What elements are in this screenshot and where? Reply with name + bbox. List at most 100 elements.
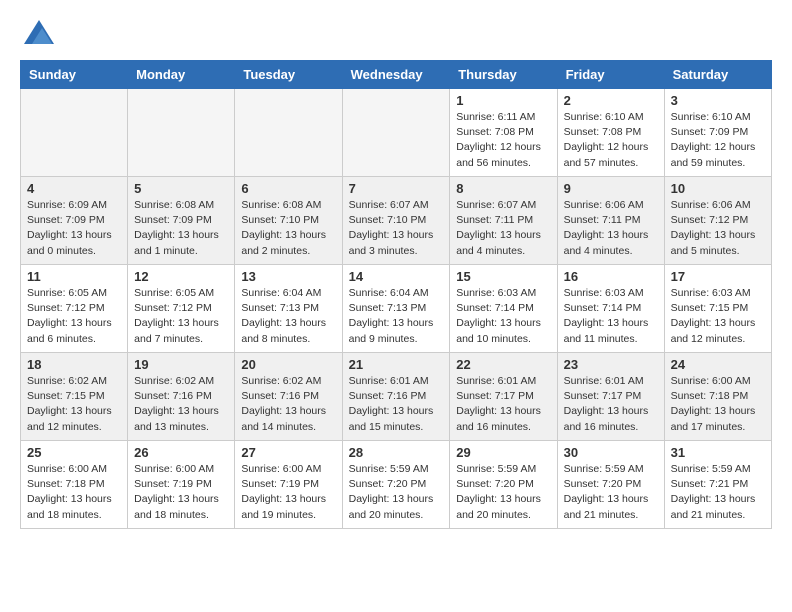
day-number: 11 xyxy=(27,269,121,284)
day-number: 12 xyxy=(134,269,228,284)
day-number: 30 xyxy=(564,445,658,460)
calendar-cell xyxy=(342,89,450,177)
day-number: 21 xyxy=(349,357,444,372)
day-number: 5 xyxy=(134,181,228,196)
day-number: 25 xyxy=(27,445,121,460)
weekday-header-thursday: Thursday xyxy=(450,61,557,89)
day-info: Sunrise: 6:05 AMSunset: 7:12 PMDaylight:… xyxy=(27,286,121,347)
day-info: Sunrise: 6:00 AMSunset: 7:18 PMDaylight:… xyxy=(27,462,121,523)
day-info: Sunrise: 6:05 AMSunset: 7:12 PMDaylight:… xyxy=(134,286,228,347)
calendar-cell: 4 Sunrise: 6:09 AMSunset: 7:09 PMDaylight… xyxy=(21,177,128,265)
calendar-cell: 8 Sunrise: 6:07 AMSunset: 7:11 PMDaylight… xyxy=(450,177,557,265)
weekday-header-tuesday: Tuesday xyxy=(235,61,342,89)
day-number: 24 xyxy=(671,357,765,372)
day-number: 27 xyxy=(241,445,335,460)
day-number: 28 xyxy=(349,445,444,460)
weekday-header-wednesday: Wednesday xyxy=(342,61,450,89)
day-info: Sunrise: 6:01 AMSunset: 7:17 PMDaylight:… xyxy=(564,374,658,435)
calendar-cell: 3 Sunrise: 6:10 AMSunset: 7:09 PMDaylight… xyxy=(664,89,771,177)
day-info: Sunrise: 6:07 AMSunset: 7:11 PMDaylight:… xyxy=(456,198,550,259)
day-info: Sunrise: 5:59 AMSunset: 7:20 PMDaylight:… xyxy=(349,462,444,523)
day-info: Sunrise: 6:00 AMSunset: 7:19 PMDaylight:… xyxy=(134,462,228,523)
day-number: 22 xyxy=(456,357,550,372)
calendar-cell: 1 Sunrise: 6:11 AMSunset: 7:08 PMDaylight… xyxy=(450,89,557,177)
day-info: Sunrise: 6:09 AMSunset: 7:09 PMDaylight:… xyxy=(27,198,121,259)
weekday-header-sunday: Sunday xyxy=(21,61,128,89)
logo xyxy=(20,20,54,44)
day-info: Sunrise: 6:00 AMSunset: 7:18 PMDaylight:… xyxy=(671,374,765,435)
day-number: 8 xyxy=(456,181,550,196)
day-number: 26 xyxy=(134,445,228,460)
calendar-cell: 25 Sunrise: 6:00 AMSunset: 7:18 PMDayligh… xyxy=(21,441,128,529)
calendar-cell: 30 Sunrise: 5:59 AMSunset: 7:20 PMDayligh… xyxy=(557,441,664,529)
day-info: Sunrise: 5:59 AMSunset: 7:20 PMDaylight:… xyxy=(456,462,550,523)
week-row-3: 11 Sunrise: 6:05 AMSunset: 7:12 PMDayligh… xyxy=(21,265,772,353)
calendar-cell: 21 Sunrise: 6:01 AMSunset: 7:16 PMDayligh… xyxy=(342,353,450,441)
calendar-cell xyxy=(128,89,235,177)
day-number: 20 xyxy=(241,357,335,372)
day-info: Sunrise: 6:03 AMSunset: 7:14 PMDaylight:… xyxy=(456,286,550,347)
calendar-cell: 23 Sunrise: 6:01 AMSunset: 7:17 PMDayligh… xyxy=(557,353,664,441)
day-info: Sunrise: 6:11 AMSunset: 7:08 PMDaylight:… xyxy=(456,110,550,171)
page-header xyxy=(20,20,772,44)
calendar-cell: 29Sunrise: 5:59 AMSunset: 7:20 PMDayligh… xyxy=(450,441,557,529)
week-row-5: 25 Sunrise: 6:00 AMSunset: 7:18 PMDayligh… xyxy=(21,441,772,529)
day-number: 1 xyxy=(456,93,550,108)
day-info: Sunrise: 5:59 AMSunset: 7:20 PMDaylight:… xyxy=(564,462,658,523)
day-number: 7 xyxy=(349,181,444,196)
weekday-header-row: SundayMondayTuesdayWednesdayThursdayFrid… xyxy=(21,61,772,89)
day-number: 31 xyxy=(671,445,765,460)
calendar-cell xyxy=(235,89,342,177)
day-number: 4 xyxy=(27,181,121,196)
calendar-cell xyxy=(21,89,128,177)
day-number: 3 xyxy=(671,93,765,108)
calendar-cell: 24 Sunrise: 6:00 AMSunset: 7:18 PMDayligh… xyxy=(664,353,771,441)
day-info: Sunrise: 6:10 AMSunset: 7:08 PMDaylight:… xyxy=(564,110,658,171)
calendar-cell: 9 Sunrise: 6:06 AMSunset: 7:11 PMDaylight… xyxy=(557,177,664,265)
week-row-1: 1 Sunrise: 6:11 AMSunset: 7:08 PMDaylight… xyxy=(21,89,772,177)
day-number: 13 xyxy=(241,269,335,284)
day-info: Sunrise: 5:59 AMSunset: 7:21 PMDaylight:… xyxy=(671,462,765,523)
day-number: 10 xyxy=(671,181,765,196)
calendar-cell: 18 Sunrise: 6:02 AMSunset: 7:15 PMDayligh… xyxy=(21,353,128,441)
day-info: Sunrise: 6:02 AMSunset: 7:15 PMDaylight:… xyxy=(27,374,121,435)
week-row-2: 4 Sunrise: 6:09 AMSunset: 7:09 PMDaylight… xyxy=(21,177,772,265)
calendar-cell: 20 Sunrise: 6:02 AMSunset: 7:16 PMDayligh… xyxy=(235,353,342,441)
day-info: Sunrise: 6:08 AMSunset: 7:09 PMDaylight:… xyxy=(134,198,228,259)
calendar-table: SundayMondayTuesdayWednesdayThursdayFrid… xyxy=(20,60,772,529)
calendar-cell: 2 Sunrise: 6:10 AMSunset: 7:08 PMDaylight… xyxy=(557,89,664,177)
weekday-header-monday: Monday xyxy=(128,61,235,89)
calendar-cell: 28 Sunrise: 5:59 AMSunset: 7:20 PMDayligh… xyxy=(342,441,450,529)
week-row-4: 18 Sunrise: 6:02 AMSunset: 7:15 PMDayligh… xyxy=(21,353,772,441)
day-info: Sunrise: 6:02 AMSunset: 7:16 PMDaylight:… xyxy=(241,374,335,435)
calendar-cell: 15Sunrise: 6:03 AMSunset: 7:14 PMDayligh… xyxy=(450,265,557,353)
day-info: Sunrise: 6:06 AMSunset: 7:11 PMDaylight:… xyxy=(564,198,658,259)
day-info: Sunrise: 6:07 AMSunset: 7:10 PMDaylight:… xyxy=(349,198,444,259)
day-number: 23 xyxy=(564,357,658,372)
calendar-cell: 7 Sunrise: 6:07 AMSunset: 7:10 PMDaylight… xyxy=(342,177,450,265)
day-number: 18 xyxy=(27,357,121,372)
calendar-cell: 6 Sunrise: 6:08 AMSunset: 7:10 PMDaylight… xyxy=(235,177,342,265)
day-number: 17 xyxy=(671,269,765,284)
day-info: Sunrise: 6:01 AMSunset: 7:16 PMDaylight:… xyxy=(349,374,444,435)
day-info: Sunrise: 6:03 AMSunset: 7:15 PMDaylight:… xyxy=(671,286,765,347)
day-number: 9 xyxy=(564,181,658,196)
day-info: Sunrise: 6:10 AMSunset: 7:09 PMDaylight:… xyxy=(671,110,765,171)
calendar-cell: 26 Sunrise: 6:00 AMSunset: 7:19 PMDayligh… xyxy=(128,441,235,529)
logo-icon xyxy=(24,20,54,44)
day-info: Sunrise: 6:03 AMSunset: 7:14 PMDaylight:… xyxy=(564,286,658,347)
calendar-cell: 31 Sunrise: 5:59 AMSunset: 7:21 PMDayligh… xyxy=(664,441,771,529)
day-info: Sunrise: 6:01 AMSunset: 7:17 PMDaylight:… xyxy=(456,374,550,435)
day-number: 19 xyxy=(134,357,228,372)
calendar-cell: 17 Sunrise: 6:03 AMSunset: 7:15 PMDayligh… xyxy=(664,265,771,353)
day-number: 14 xyxy=(349,269,444,284)
calendar-cell: 5 Sunrise: 6:08 AMSunset: 7:09 PMDaylight… xyxy=(128,177,235,265)
weekday-header-friday: Friday xyxy=(557,61,664,89)
day-info: Sunrise: 6:06 AMSunset: 7:12 PMDaylight:… xyxy=(671,198,765,259)
day-number: 2 xyxy=(564,93,658,108)
calendar-cell: 27Sunrise: 6:00 AMSunset: 7:19 PMDayligh… xyxy=(235,441,342,529)
day-info: Sunrise: 6:02 AMSunset: 7:16 PMDaylight:… xyxy=(134,374,228,435)
day-info: Sunrise: 6:08 AMSunset: 7:10 PMDaylight:… xyxy=(241,198,335,259)
calendar-cell: 10 Sunrise: 6:06 AMSunset: 7:12 PMDayligh… xyxy=(664,177,771,265)
day-number: 6 xyxy=(241,181,335,196)
